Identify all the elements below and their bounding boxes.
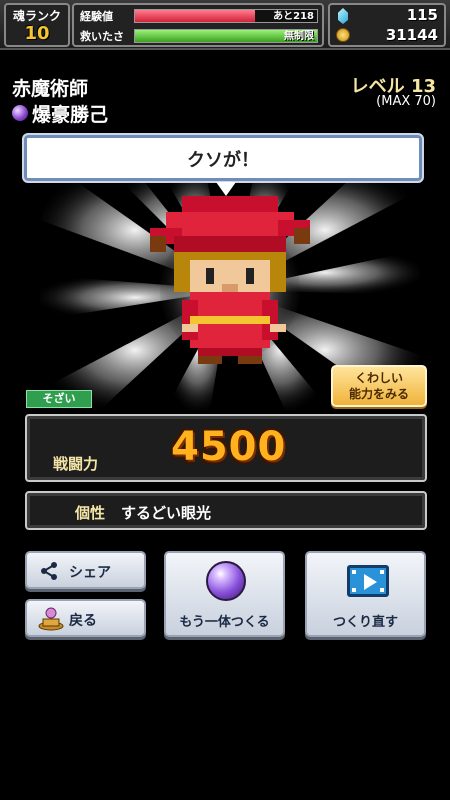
status-bar: 魂ランク 10 経験値 あと218 救いたさ 無制限 115 31144 [0,0,450,50]
save-label: 救いたさ [80,30,124,43]
save-value: 無制限 [284,31,314,42]
remake-label: つくり直す [332,615,398,630]
back-label: 戻る [69,613,97,629]
save-row: 救いたさ 無制限 [78,27,320,45]
video-play-icon [347,565,389,597]
gem-icon [338,8,348,24]
speech-bubble-tail [216,182,236,196]
character-name: 爆豪勝己 [32,104,109,126]
currency-box: 115 31144 [328,3,446,47]
power-label: 戦闘力 [53,455,99,473]
trait-label: 個性 [75,504,106,522]
trait-value: するどい眼光 [121,504,212,522]
soul-rank-box: 魂ランク 10 [4,3,70,47]
coin-icon [336,28,350,42]
exp-row: 経験値 あと218 [78,7,320,25]
power-panel: 戦闘力 4500 [25,414,427,482]
material-tag: そざい [26,390,92,408]
speech-bubble: クソが！ [22,133,424,183]
stats-box: 経験値 あと218 救いたさ 無制限 [72,3,324,47]
view-details-line1: くわしい [354,371,403,385]
power-value: 4500 [171,424,287,470]
gem-count: 115 [406,6,438,24]
remake-button[interactable]: つくり直す [305,551,426,637]
purple-orb-icon [206,561,246,601]
view-details-button[interactable]: くわしい 能力をみる [331,365,427,407]
orb-icon [12,105,28,121]
level-max: (MAX 70) [376,94,436,109]
exp-bar-fill [135,10,256,22]
class-name: 赤魔術師 [12,78,89,100]
soul-rank-label: 魂ランク [12,9,61,23]
share-label: シェア [69,565,111,581]
share-button[interactable]: シェア [25,551,146,589]
exp-remaining: あと218 [273,11,314,22]
coin-count: 31144 [385,26,438,44]
save-bar: 無制限 [134,29,318,43]
view-details-line2: 能力をみる [348,387,409,401]
speech-text: クソが！ [187,150,259,171]
create-another-label: もう一体つくる [179,615,270,630]
exp-bar: あと218 [134,9,318,23]
summoning-altar-icon [38,607,64,631]
character-sprite [150,196,310,364]
back-button[interactable]: 戻る [25,599,146,637]
share-icon [41,562,57,580]
trait-panel: 個性 するどい眼光 [25,491,427,530]
exp-label: 経験値 [80,10,113,23]
soul-rank-value: 10 [24,23,50,44]
create-another-button[interactable]: もう一体つくる [164,551,285,637]
